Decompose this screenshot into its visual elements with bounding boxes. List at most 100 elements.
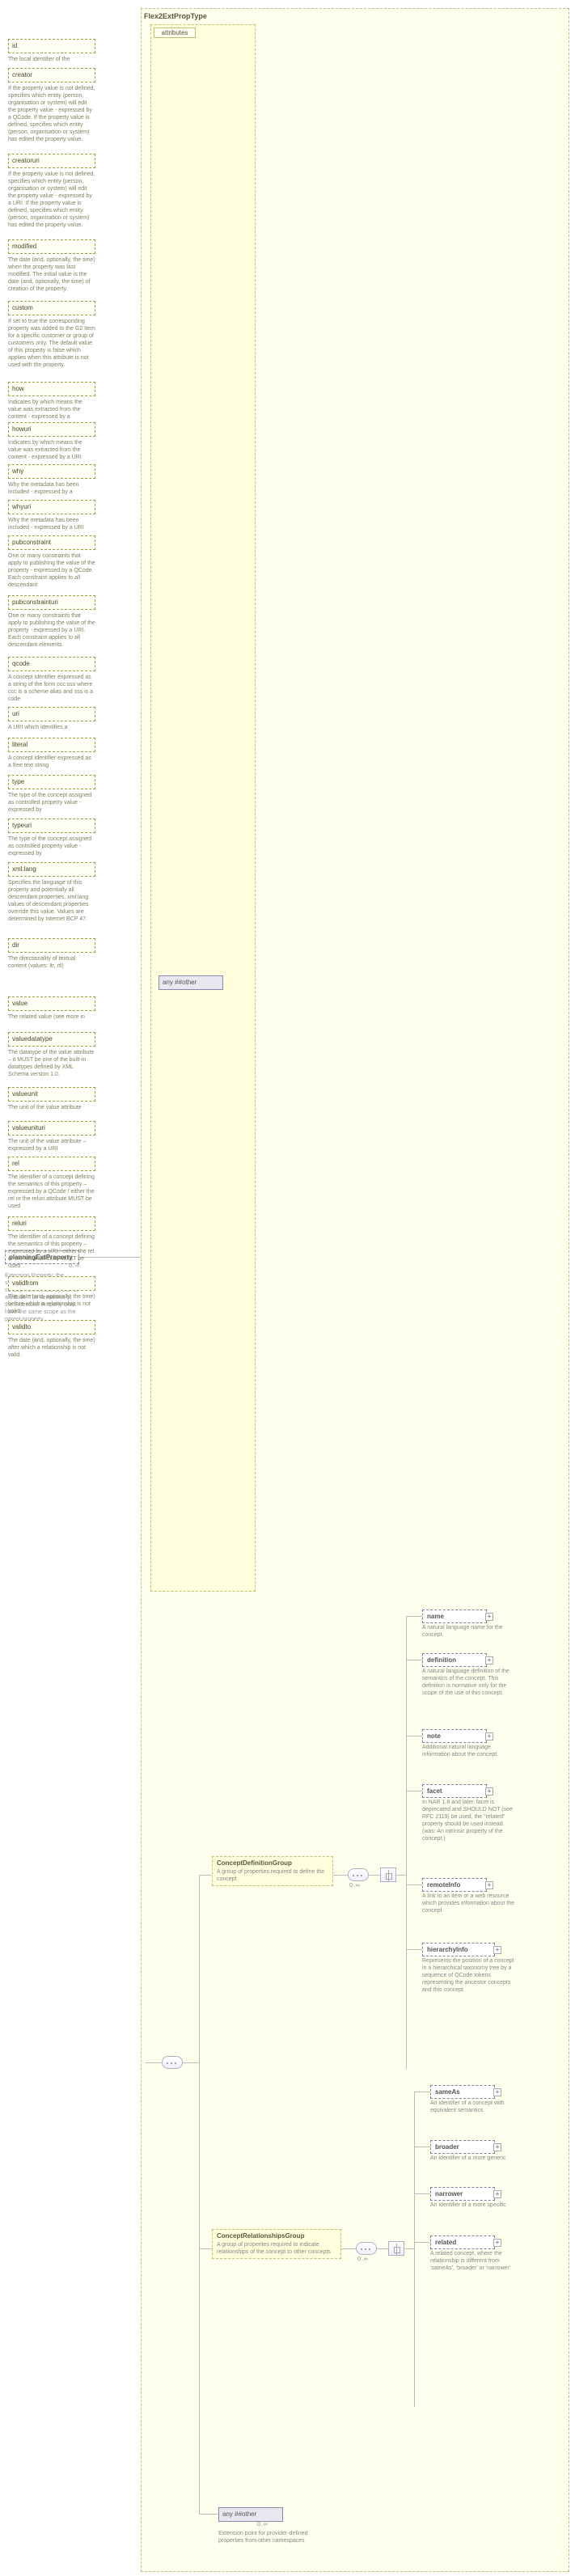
expand-icon[interactable]: + xyxy=(493,2239,501,2247)
elem-note: note+ xyxy=(422,1729,487,1743)
elem-desc: Extension point for provider-defined pro… xyxy=(218,2530,332,2544)
elem-label: note xyxy=(427,1732,441,1740)
expand-icon[interactable]: + xyxy=(493,2088,501,2096)
attr-name: validfrom xyxy=(8,1276,95,1291)
elem-desc: An identifier of a concept with equivale… xyxy=(430,2100,523,2114)
attr-name: custom xyxy=(8,301,95,315)
elem-occurrence: 0..∞ xyxy=(257,2522,268,2527)
connector xyxy=(341,2248,356,2249)
elem-narrower: narrower+ xyxy=(430,2187,495,2201)
attr-custom: custom If set to true the corresponding … xyxy=(8,301,95,369)
sequence-compositor xyxy=(356,2242,377,2255)
elem-desc: A natural language definition of the sem… xyxy=(422,1668,515,1697)
expand-icon[interactable]: + xyxy=(485,1732,493,1741)
attr-id: id The local identifier of the xyxy=(8,39,95,63)
attr-desc: If set to true the corresponding propert… xyxy=(8,318,95,369)
expand-icon[interactable]: + xyxy=(485,1656,493,1664)
attr-name: howuri xyxy=(8,422,95,437)
attr-literal: literal A concept identifier expressed a… xyxy=(8,738,95,769)
connector xyxy=(396,1875,406,1876)
choice-compositor xyxy=(388,2241,404,2256)
expand-icon[interactable]: + xyxy=(493,1946,501,1954)
attr-name: uri xyxy=(8,707,95,721)
connector xyxy=(377,2248,388,2249)
attr-whyuri: whyuri Why the metadata has been include… xyxy=(8,500,95,531)
sequence-compositor xyxy=(348,1868,369,1881)
attr-reluri: reluri The identifier of a concept defin… xyxy=(8,1216,95,1270)
expand-icon[interactable]: + xyxy=(485,1613,493,1621)
attr-name: literal xyxy=(8,738,95,752)
attr-qcode: qcode A concept identifier expressed as … xyxy=(8,657,95,703)
attr-valueunit: valueunit The unit of the value attribut… xyxy=(8,1087,95,1111)
elem-definition: definition+ xyxy=(422,1653,487,1667)
attr-name: creatoruri xyxy=(8,154,95,168)
expand-icon[interactable]: + xyxy=(493,2190,501,2198)
connector xyxy=(199,2248,212,2249)
elem-hierarchyinfo: hierarchyInfo+ xyxy=(422,1943,495,1956)
connector xyxy=(199,1875,212,1876)
attr-validfrom: validfrom The date (and, optionally, the… xyxy=(8,1276,95,1315)
attr-desc: One or many constraints that apply to pu… xyxy=(8,612,95,649)
elem-broader: broader+ xyxy=(430,2140,495,2154)
attr-creator: creator If the property value is not def… xyxy=(8,68,95,143)
attr-value: value The related value (see more in xyxy=(8,996,95,1021)
connector xyxy=(414,2092,415,2407)
attr-desc: Why the metadata has been included - exp… xyxy=(8,517,95,531)
expand-icon[interactable]: + xyxy=(485,1787,493,1796)
group-title: ConceptDefinitionGroup xyxy=(217,1859,328,1867)
attr-desc: A concept identifier expressed as a stri… xyxy=(8,674,95,703)
group-desc: A group of properites required to indica… xyxy=(217,2241,336,2256)
elem-facet: facet+ xyxy=(422,1784,487,1798)
attr-desc: The type of the concept assigned as cont… xyxy=(8,792,95,814)
attr-validto: validto The date (and, optionally, the t… xyxy=(8,1320,95,1359)
attr-how: how Indicates by which means the value w… xyxy=(8,382,95,421)
group-concept-relationships: ConceptRelationshipsGroup A group of pro… xyxy=(212,2229,341,2259)
attr-uri: uri A URI which identifies a xyxy=(8,707,95,731)
attr-any-other: any ##other xyxy=(159,975,223,990)
attr-name: creator xyxy=(8,68,95,82)
attr-name: modified xyxy=(8,239,95,254)
elem-desc: A link to an item or a web resource whic… xyxy=(422,1893,515,1914)
attr-pubconstrainturi: pubconstrainturi One or many constraints… xyxy=(8,595,95,649)
attr-desc: A concept identifier expressed as a free… xyxy=(8,755,95,769)
expand-icon[interactable]: + xyxy=(485,1881,493,1889)
connector xyxy=(414,2193,430,2194)
attr-desc: A URI which identifies a xyxy=(8,724,95,731)
group-title: ConceptRelationshipsGroup xyxy=(217,2232,336,2240)
attr-desc: The datatype of the value attribute – it… xyxy=(8,1049,95,1078)
attr-name: id xyxy=(8,39,95,53)
elem-desc: An identifier of a more specific xyxy=(430,2202,523,2209)
connector xyxy=(369,1875,380,1876)
attr-typeuri: typeuri The type of the concept assigned… xyxy=(8,818,95,857)
attr-name: valueunituri xyxy=(8,1121,95,1136)
elem-desc: A natural language name for the concept. xyxy=(422,1624,515,1639)
elem-label: narrower xyxy=(435,2190,463,2197)
connector xyxy=(406,1616,407,2069)
attr-name: qcode xyxy=(8,657,95,671)
elem-desc: Represents the position of a concept in … xyxy=(422,1957,515,1994)
sequence-compositor xyxy=(162,2056,183,2069)
attr-desc: The related value (see more in xyxy=(8,1013,95,1021)
elem-sameas: sameAs+ xyxy=(430,2085,495,2099)
expand-icon[interactable]: + xyxy=(493,2143,501,2151)
attr-name: validto xyxy=(8,1320,95,1335)
elem-related: related+ xyxy=(430,2235,495,2249)
elem-label: facet xyxy=(427,1787,442,1795)
attr-dir: dir The directionality of textual conten… xyxy=(8,938,95,970)
attr-name: valuedatatype xyxy=(8,1032,95,1047)
attr-name: rel xyxy=(8,1157,95,1171)
attr-rel: rel The identifier of a concept defining… xyxy=(8,1157,95,1210)
elem-label: name xyxy=(427,1613,444,1620)
connector xyxy=(406,1884,422,1885)
attr-desc: The local identifier of the xyxy=(8,56,95,63)
group-desc: A group of properties required to define… xyxy=(217,1868,328,1883)
attr-creatoruri: creatoruri If the property value is not … xyxy=(8,154,95,229)
attr-name: type xyxy=(8,775,95,789)
elem-label: hierarchyInfo xyxy=(427,1946,468,1953)
attr-name: how xyxy=(8,382,95,396)
elem-desc: A related concept, where the relationshi… xyxy=(430,2250,523,2272)
attr-name: xml:lang xyxy=(8,862,95,877)
connector xyxy=(406,1949,422,1950)
attr-name: whyuri xyxy=(8,500,95,514)
connector xyxy=(146,2062,162,2063)
